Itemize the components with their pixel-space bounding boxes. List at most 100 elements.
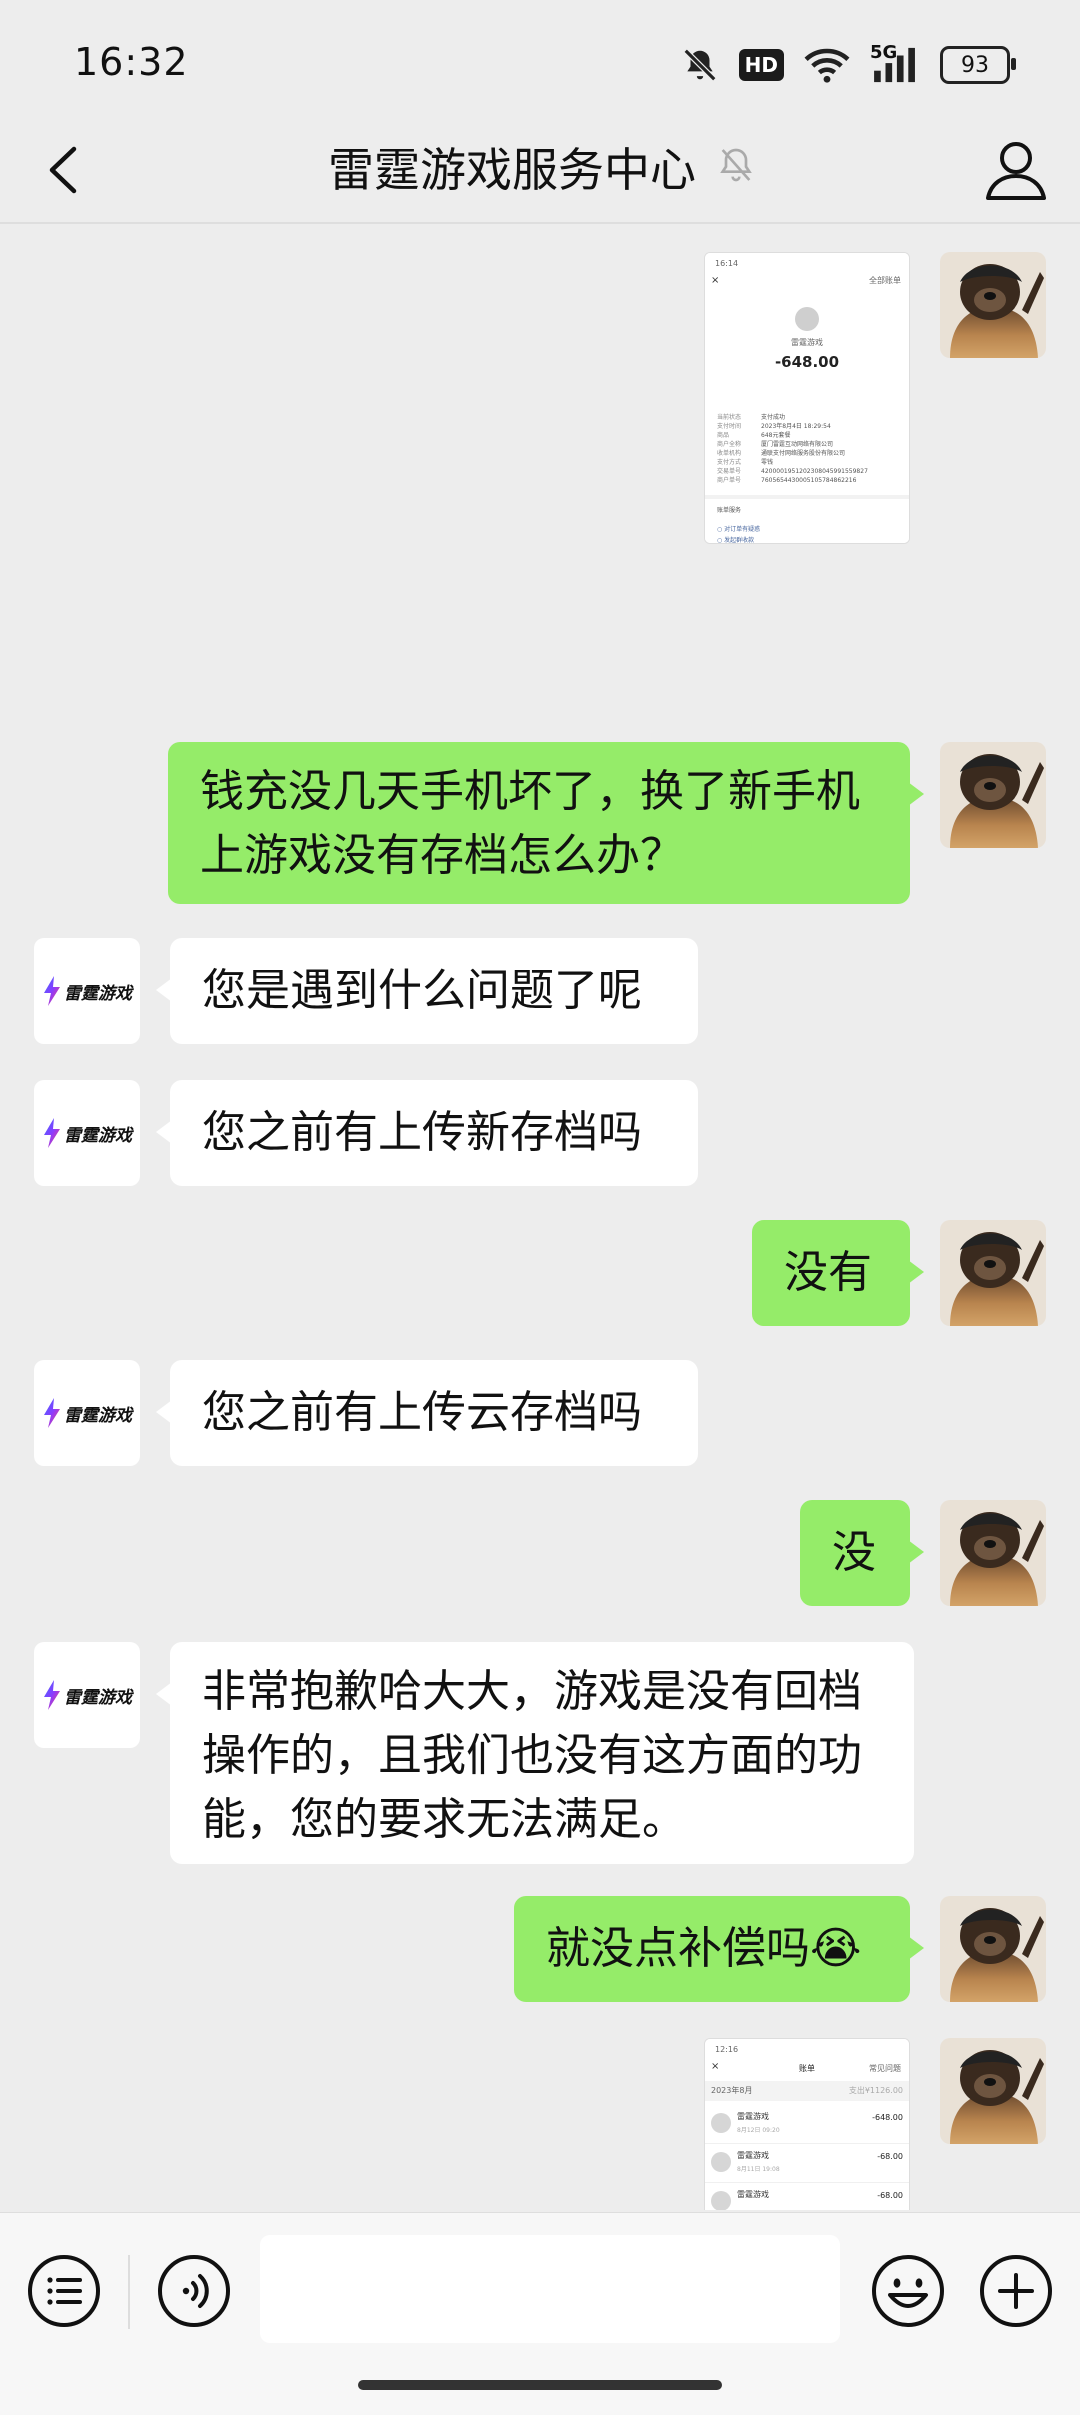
- shot1-merchant-avatar: [795, 307, 819, 331]
- plus-icon: [980, 2255, 1052, 2327]
- user-avatar[interactable]: [940, 1220, 1046, 1326]
- user-avatar[interactable]: [940, 742, 1046, 848]
- shot2-bill-name: 雷霆游戏: [737, 2151, 769, 2160]
- shot2-time: 12:16: [715, 2045, 739, 2054]
- shot1-row-label: 商品: [717, 432, 730, 439]
- lightning-logo-icon: [44, 1680, 60, 1710]
- message-bubble[interactable]: 您之前有上传云存档吗: [156, 1360, 698, 1466]
- shot2-bill-date: 8月11日 19:08: [737, 2166, 780, 2173]
- bot-avatar[interactable]: 雷霆游戏: [34, 1360, 140, 1466]
- add-button[interactable]: [978, 2253, 1054, 2329]
- bot-avatar[interactable]: 雷霆游戏: [34, 1080, 140, 1186]
- voice-icon: [158, 2255, 230, 2327]
- chevron-left-icon: [49, 146, 77, 194]
- shot1-row-value: 零钱: [761, 459, 774, 466]
- message-bubble[interactable]: 您是遇到什么问题了呢: [156, 938, 698, 1044]
- shot1-link: ○ 发起群收款: [717, 537, 755, 544]
- page-title: 雷霆游戏服务中心: [328, 143, 696, 197]
- home-indicator[interactable]: [358, 2380, 722, 2390]
- muted-bell-icon: [716, 145, 756, 189]
- message-text: 您之前有上传新存档吗: [202, 1107, 642, 1158]
- user-avatar[interactable]: [940, 1896, 1046, 2002]
- shot1-row: 当前状态 支付成功: [717, 413, 901, 422]
- user-avatar-image: [940, 252, 1046, 358]
- shot1-row-value: 通联支付网络服务股份有限公司: [761, 450, 846, 457]
- signal-icon: 5G: [870, 42, 920, 84]
- message-bubble[interactable]: 没有: [752, 1220, 924, 1326]
- message-bubble[interactable]: 钱充没几天手机坏了，换了新手机 上游戏没有存档怎么办？: [168, 742, 924, 904]
- shot1-row-value: 厦门雷霆互动网络有限公司: [761, 441, 834, 448]
- status-time: 16:32: [74, 40, 189, 84]
- image-message-payment-receipt[interactable]: 16:14 × 全部账单 雷霆游戏 -648.00 当前状态 支付成功 支付时间 20…: [704, 252, 910, 544]
- chat-header: 雷霆游戏服务中心: [0, 120, 1080, 220]
- title-wrap: 雷霆游戏服务中心: [328, 134, 756, 200]
- bot-logo-text: 雷霆游戏: [64, 1405, 132, 1426]
- shot1-row-label: 收单机构: [717, 450, 742, 457]
- bot-avatar[interactable]: 雷霆游戏: [34, 1642, 140, 1748]
- message-bubble[interactable]: 没: [800, 1500, 924, 1606]
- message-input[interactable]: [260, 2235, 840, 2343]
- chat-area[interactable]: 16:14 × 全部账单 雷霆游戏 -648.00 当前状态 支付成功 支付时间 20…: [0, 224, 1080, 2210]
- message-text-line: 非常抱歉哈大大，游戏是没有回档: [202, 1666, 862, 1717]
- hd-badge: HD: [738, 49, 784, 81]
- lightning-logo-icon: [44, 976, 60, 1006]
- shot1-row-value: 7605654430005105784862216: [761, 477, 857, 484]
- shot1-close-icon: ×: [711, 275, 720, 286]
- shot1-row-value: 648元套餐: [761, 432, 791, 439]
- user-avatar-image: [940, 1896, 1046, 2002]
- shot1-row-value: 支付成功: [761, 414, 786, 421]
- shot1-row: 商户单号 7605654430005105784862216: [717, 476, 901, 485]
- message-text: 没有: [784, 1247, 872, 1298]
- bot-logo-text: 雷霆游戏: [64, 1687, 132, 1708]
- message-text: 没: [832, 1527, 876, 1578]
- voice-button[interactable]: [156, 2253, 232, 2329]
- shot1-row: 商户全称 厦门雷霆互动网络有限公司: [717, 440, 901, 449]
- shot1-merchant: 雷霆游戏: [791, 338, 823, 347]
- shot2-month: 2023年8月: [711, 2086, 753, 2095]
- profile-button[interactable]: [978, 132, 1054, 208]
- shot1-row: 支付方式 零钱: [717, 458, 901, 467]
- input-bar-separator: [128, 2255, 130, 2329]
- shot1-row: 交易单号 4200001951202308045991559827: [717, 467, 901, 476]
- image-message-bill-list[interactable]: 12:16 × 账单 常见问题 2023年8月 支出¥1126.00 雷霆游戏 8…: [704, 2038, 910, 2210]
- shot1-row-value: 4200001951202308045991559827: [761, 468, 868, 475]
- shot2-bill-amount: -648.00: [872, 2113, 903, 2122]
- message-bubble[interactable]: 非常抱歉哈大大，游戏是没有回档 操作的，且我们也没有这方面的功 能，您的要求无法…: [156, 1642, 914, 1864]
- back-button[interactable]: [30, 135, 100, 205]
- shot2-bill-amount: -68.00: [877, 2152, 903, 2161]
- message-bubble[interactable]: 就没点补偿吗😭: [514, 1896, 924, 2002]
- person-icon: [986, 142, 1046, 200]
- shot1-row-label: 支付方式: [717, 459, 742, 466]
- status-bar: 16:32 HD 5G 93: [0, 0, 1080, 130]
- message-text: 就没点补偿吗😭: [546, 1923, 862, 1974]
- menu-button[interactable]: [26, 2253, 102, 2329]
- shot2-bill-item: 雷霆游戏 8月12日 09:20 -648.00: [705, 2105, 909, 2144]
- user-avatar[interactable]: [940, 252, 1046, 358]
- shot2-bill-item: 雷霆游戏 8月11日 19:08 -68.00: [705, 2144, 909, 2183]
- user-avatar-image: [940, 2038, 1046, 2144]
- user-avatar-image: [940, 1500, 1046, 1606]
- battery-indicator: 93: [940, 46, 1016, 84]
- shot2-summary: 支出¥1126.00: [848, 2086, 903, 2095]
- message-text: 您之前有上传云存档吗: [202, 1387, 642, 1438]
- shot1-row-label: 支付时间: [717, 423, 742, 430]
- shot1-detail-rows: 当前状态 支付成功 支付时间 2023年8月4日 18:29:54 商品 648元套餐 商户…: [705, 413, 909, 544]
- message-text-line: 上游戏没有存档怎么办？: [200, 830, 684, 881]
- smiley-icon: [872, 2255, 944, 2327]
- shot2-top-right: 常见问题: [869, 2064, 901, 2073]
- bot-logo-text: 雷霆游戏: [64, 1125, 132, 1146]
- emoji-button[interactable]: [870, 2253, 946, 2329]
- lightning-logo-icon: [44, 1118, 60, 1148]
- shot2-bill-amount: -68.00: [877, 2191, 903, 2200]
- shot2-bill-name: 雷霆游戏: [737, 2190, 769, 2199]
- shot2-bill-date: 8月12日 09:20: [737, 2127, 780, 2134]
- shot1-amount: -648.00: [774, 353, 840, 371]
- shot1-row-value: 2023年8月4日 18:29:54: [761, 423, 831, 430]
- user-avatar[interactable]: [940, 2038, 1046, 2144]
- message-text-line: 能，您的要求无法满足。: [202, 1794, 686, 1845]
- user-avatar-image: [940, 742, 1046, 848]
- bot-avatar[interactable]: 雷霆游戏: [34, 938, 140, 1044]
- message-bubble[interactable]: 您之前有上传新存档吗: [156, 1080, 698, 1186]
- user-avatar[interactable]: [940, 1500, 1046, 1606]
- shot1-row: 支付时间 2023年8月4日 18:29:54: [717, 422, 901, 431]
